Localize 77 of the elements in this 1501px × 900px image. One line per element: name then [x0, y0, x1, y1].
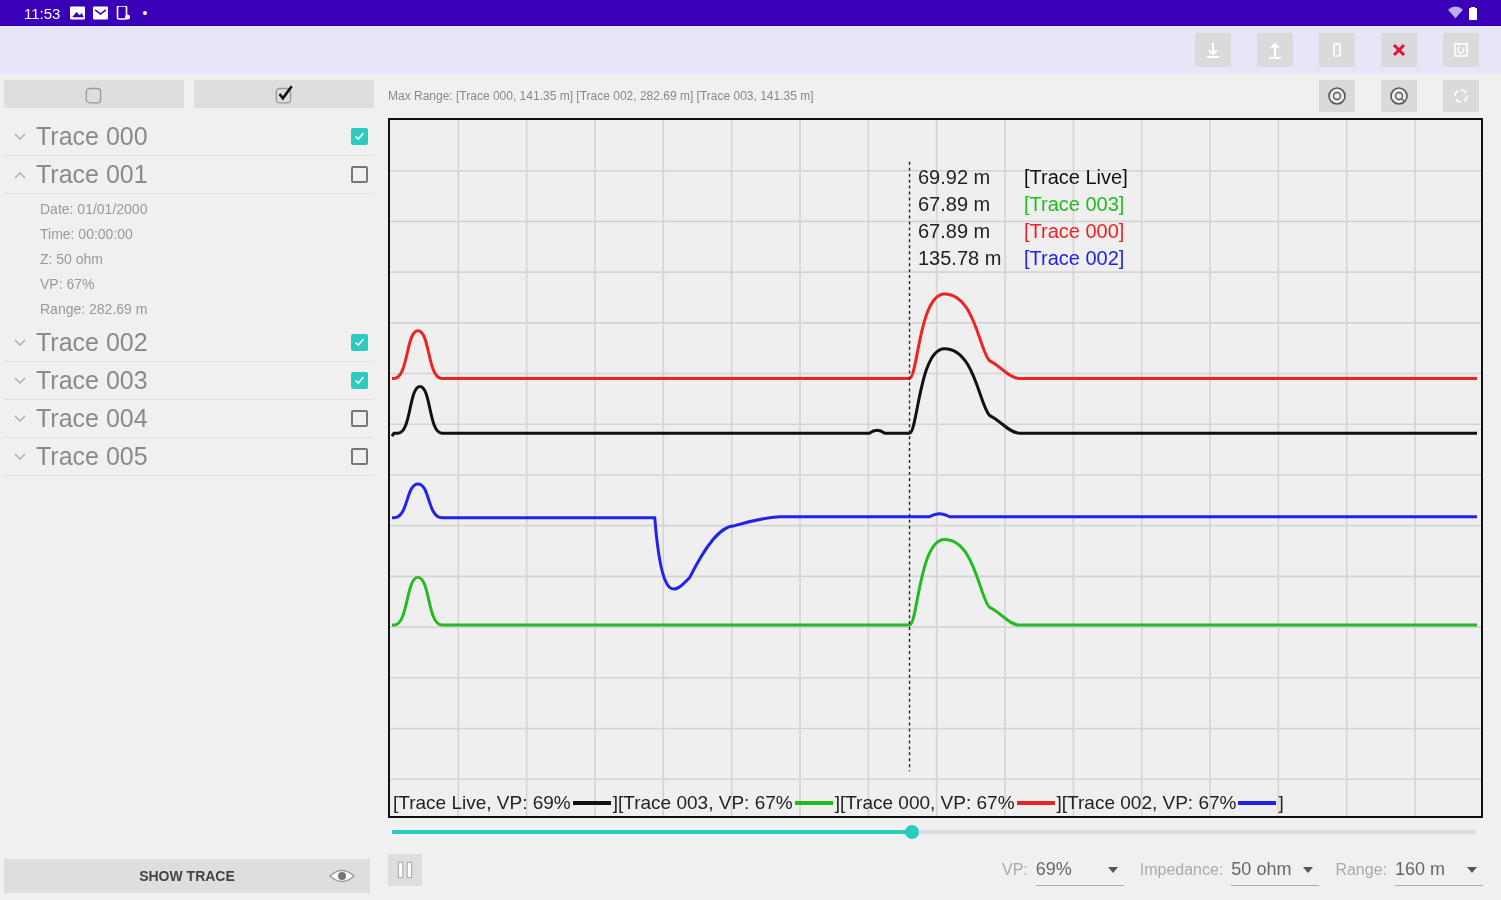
caret-icon	[1107, 866, 1118, 873]
trace-name[interactable]: Trace 002	[36, 328, 351, 357]
caret-icon	[1467, 866, 1477, 873]
cursor-distance: 67.89 m	[918, 220, 992, 243]
trace-detail: Time: 00:00:00	[40, 225, 134, 243]
check-icon	[353, 336, 366, 349]
refresh-button[interactable]	[1443, 33, 1479, 67]
cursor-trace-label: [Trace 000]	[1024, 220, 1125, 243]
cursor-trace-label: [Trace 002]	[1024, 247, 1125, 270]
legend-label: [Trace 002, VP: 67%	[1061, 792, 1237, 814]
zoom-in-button[interactable]	[1381, 80, 1417, 112]
check-icon	[353, 130, 366, 143]
caret-icon	[1303, 866, 1314, 873]
clock: 11:53	[24, 4, 61, 22]
setting-label: Range:	[1335, 861, 1387, 879]
trace-checkbox[interactable]	[351, 448, 368, 465]
setting-dropdown[interactable]: 69%	[1035, 854, 1124, 886]
setting-dropdown[interactable]: 160 m	[1395, 854, 1483, 886]
max-range-text: Max Range: [Trace 000, 141.35 m] [Trace 002, 282.69 m] [Trace 003, 141.35 m]	[388, 89, 815, 103]
trace-checkbox[interactable]	[351, 372, 368, 389]
slider-thumb[interactable]	[905, 825, 920, 839]
cursor-trace-label: [Trace 003]	[1024, 193, 1125, 216]
legend-label: [Trace Live, VP: 69%	[393, 792, 571, 814]
select-all-button[interactable]	[194, 80, 374, 108]
mail-icon	[93, 6, 109, 20]
checked-box-icon	[273, 83, 295, 105]
wifi-icon	[1448, 6, 1463, 20]
expand-chevron-icon[interactable]	[14, 452, 26, 461]
legend-bracket: ]	[612, 792, 619, 814]
expand-chevron-icon[interactable]	[14, 338, 26, 347]
show-trace-button[interactable]: SHOW TRACE	[4, 859, 370, 893]
trace-name[interactable]: Trace 000	[36, 122, 351, 151]
setting-label: Impedance:	[1139, 861, 1224, 879]
battery-icon	[1469, 6, 1477, 20]
more-dot-icon	[143, 11, 148, 15]
trace-name[interactable]: Trace 004	[36, 404, 351, 433]
close-button[interactable]	[1381, 33, 1417, 67]
eye-icon	[328, 868, 356, 884]
trace-name[interactable]: Trace 001	[36, 160, 351, 189]
check-icon	[353, 374, 366, 387]
setting-label: VP:	[1001, 861, 1028, 879]
legend-bracket: ]	[1278, 792, 1284, 814]
phone-icon	[116, 6, 132, 20]
trace-checkbox[interactable]	[351, 166, 368, 183]
setting-dropdown[interactable]: 50 ohm	[1231, 854, 1320, 886]
trace-name[interactable]: Trace 005	[36, 442, 351, 471]
upload-button[interactable]	[1257, 33, 1293, 67]
legend-label: [Trace 000, VP: 67%	[839, 792, 1015, 814]
image-icon	[70, 6, 86, 20]
collapse-chevron-icon[interactable]	[14, 170, 26, 179]
trace-detail: Date: 01/01/2000	[40, 200, 149, 218]
expand-chevron-icon[interactable]	[14, 414, 26, 423]
cursor-line[interactable]	[908, 161, 911, 772]
trace-checkbox[interactable]	[351, 334, 368, 351]
trace-name[interactable]: Trace 003	[36, 366, 351, 395]
zoom-out-button[interactable]	[1319, 80, 1355, 112]
trace-checkbox[interactable]	[351, 410, 368, 427]
legend-bracket: ]	[834, 792, 840, 814]
battery-button[interactable]	[1319, 33, 1355, 67]
zoom-out-icon	[1325, 86, 1349, 106]
cursor-distance: 69.92 m	[918, 166, 992, 189]
trace-checkbox[interactable]	[351, 128, 368, 145]
trace-detail: Z: 50 ohm	[40, 250, 105, 268]
pause-button[interactable]	[388, 854, 422, 886]
cursor-distance: 67.89 m	[918, 193, 992, 216]
expand-chevron-icon[interactable]	[14, 132, 26, 141]
expand-chevron-icon[interactable]	[14, 376, 26, 385]
zoom-in-icon	[1387, 86, 1411, 106]
legend-label: [Trace 003, VP: 67%	[618, 792, 793, 814]
cursor-trace-label: [Trace Live]	[1024, 166, 1128, 189]
select-none-button[interactable]	[4, 80, 184, 108]
reset-zoom-button[interactable]	[1443, 80, 1479, 112]
trace-detail: VP: 67%	[40, 275, 96, 293]
cursor-distance: 135.78 m	[918, 247, 1003, 270]
trace-detail: Range: 282.69 m	[40, 300, 149, 318]
legend-bracket: ]	[1056, 792, 1062, 814]
download-button[interactable]	[1195, 33, 1231, 67]
